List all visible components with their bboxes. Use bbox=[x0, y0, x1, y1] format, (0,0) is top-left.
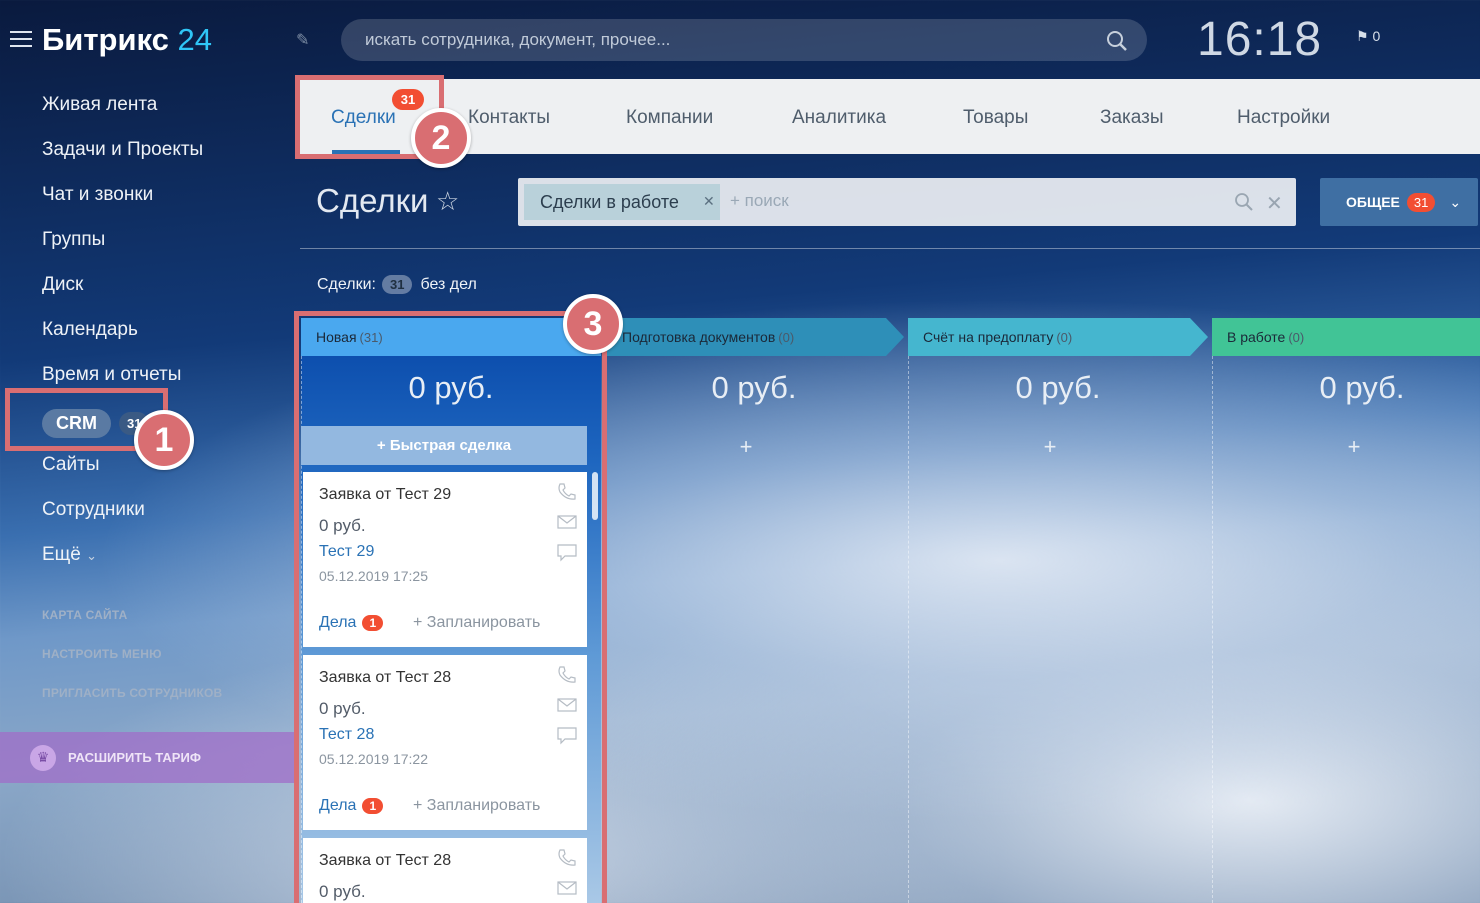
sidebar-item-disk[interactable]: Диск bbox=[42, 272, 292, 317]
upgrade-plan-button[interactable]: ♛ РАСШИРИТЬ ТАРИФ bbox=[0, 732, 295, 783]
filter-search-input[interactable]: + поиск bbox=[730, 191, 789, 211]
column-sum-docs: 0 руб. bbox=[711, 370, 797, 405]
column-header-in-progress[interactable]: В работе (0) bbox=[1212, 318, 1480, 356]
chevron-down-icon: ⌄ bbox=[86, 548, 98, 563]
column-sum-invoice: 0 руб. bbox=[1015, 370, 1101, 405]
upgrade-plan-label: РАСШИРИТЬ ТАРИФ bbox=[68, 750, 201, 765]
tab-products[interactable]: Товары bbox=[963, 107, 1028, 129]
divider bbox=[300, 248, 1480, 249]
column-name: В работе bbox=[1227, 329, 1286, 345]
logo[interactable]: Битрикс 24 bbox=[42, 22, 212, 58]
search-icon[interactable] bbox=[1234, 192, 1254, 212]
sidebar-item-tasks[interactable]: Задачи и Проекты bbox=[42, 137, 292, 182]
annotation-marker-1: 1 bbox=[134, 410, 194, 470]
filter-bar[interactable]: Сделки в работе ✕ + поиск ✕ bbox=[518, 178, 1296, 226]
tab-settings[interactable]: Настройки bbox=[1237, 107, 1330, 129]
add-deal-plus-icon[interactable]: + bbox=[696, 434, 796, 460]
tab-analytics[interactable]: Аналитика bbox=[792, 107, 886, 129]
star-icon[interactable]: ☆ bbox=[436, 186, 459, 217]
sidebar-item-employees[interactable]: Сотрудники bbox=[42, 497, 292, 542]
configure-menu-link[interactable]: НАСТРОИТЬ МЕНЮ bbox=[42, 647, 222, 686]
column-name: Подготовка документов bbox=[622, 329, 776, 345]
menu-burger-icon[interactable] bbox=[10, 31, 32, 49]
column-separator bbox=[908, 356, 909, 903]
counter-badge: 31 bbox=[381, 275, 413, 294]
filter-chip[interactable]: Сделки в работе bbox=[524, 184, 720, 220]
column-separator bbox=[1212, 356, 1213, 903]
add-deal-plus-icon[interactable]: + bbox=[1000, 434, 1100, 460]
column-sum-in-progress: 0 руб. bbox=[1319, 370, 1405, 405]
column-count: (0) bbox=[778, 330, 795, 345]
flag-icon: ⚑ bbox=[1356, 28, 1369, 44]
invite-employees-link[interactable]: ПРИГЛАСИТЬ СОТРУДНИКОВ bbox=[42, 686, 222, 725]
column-count: (0) bbox=[1288, 330, 1305, 345]
search-icon[interactable] bbox=[1106, 30, 1128, 52]
sidebar-item-more[interactable]: Ещё ⌄ bbox=[42, 542, 292, 587]
sidebar-links: КАРТА САЙТА НАСТРОИТЬ МЕНЮ ПРИГЛАСИТЬ СО… bbox=[42, 608, 222, 725]
sitemap-link[interactable]: КАРТА САЙТА bbox=[42, 608, 222, 647]
notifications-count: 0 bbox=[1372, 28, 1381, 44]
crown-icon: ♛ bbox=[30, 744, 56, 771]
chevron-down-icon: ⌄ bbox=[1449, 193, 1462, 210]
global-search-input[interactable] bbox=[341, 19, 1061, 61]
sidebar-menu: Живая лента Задачи и Проекты Чат и звонк… bbox=[42, 92, 292, 587]
column-count: (0) bbox=[1056, 330, 1073, 345]
add-deal-plus-icon[interactable]: + bbox=[1304, 434, 1404, 460]
tab-companies[interactable]: Компании bbox=[626, 107, 713, 129]
column-name: Счёт на предоплату bbox=[923, 329, 1054, 345]
global-search bbox=[341, 19, 1147, 61]
tab-contacts[interactable]: Контакты bbox=[468, 107, 550, 129]
counter-label: Сделки: bbox=[317, 275, 376, 293]
tab-orders[interactable]: Заказы bbox=[1100, 107, 1164, 129]
preset-button[interactable]: ОБЩЕЕ 31 ⌄ bbox=[1320, 178, 1478, 226]
preset-label: ОБЩЕЕ bbox=[1346, 194, 1400, 210]
sidebar-item-calendar[interactable]: Календарь bbox=[42, 317, 292, 362]
column-header-invoice[interactable]: Счёт на предоплату (0) bbox=[908, 318, 1208, 356]
page-title: Сделки bbox=[316, 182, 429, 219]
sidebar-item-chat[interactable]: Чат и звонки bbox=[42, 182, 292, 227]
clear-icon[interactable]: ✕ bbox=[1266, 191, 1283, 216]
sidebar-item-feed[interactable]: Живая лента bbox=[42, 92, 292, 137]
clock[interactable]: 16:18 bbox=[1197, 12, 1322, 67]
annotation-marker-3: 3 bbox=[563, 294, 623, 354]
annotation-marker-2: 2 bbox=[411, 108, 471, 168]
column-header-docs[interactable]: Подготовка документов (0) bbox=[604, 318, 904, 356]
crm-tabs: Сделки Контакты Компании Аналитика Товар… bbox=[299, 79, 1480, 154]
sidebar-item-groups[interactable]: Группы bbox=[42, 227, 292, 272]
deals-counter[interactable]: Сделки: 31 без дел bbox=[317, 275, 477, 294]
close-icon[interactable]: ✕ bbox=[703, 193, 715, 210]
preset-badge: 31 bbox=[1406, 192, 1436, 212]
notifications[interactable]: ⚑ 0 bbox=[1356, 28, 1380, 45]
highlight-box-kanban-column bbox=[294, 311, 607, 903]
pencil-icon[interactable]: ✎ bbox=[296, 30, 309, 50]
counter-suffix: без дел bbox=[420, 275, 477, 293]
